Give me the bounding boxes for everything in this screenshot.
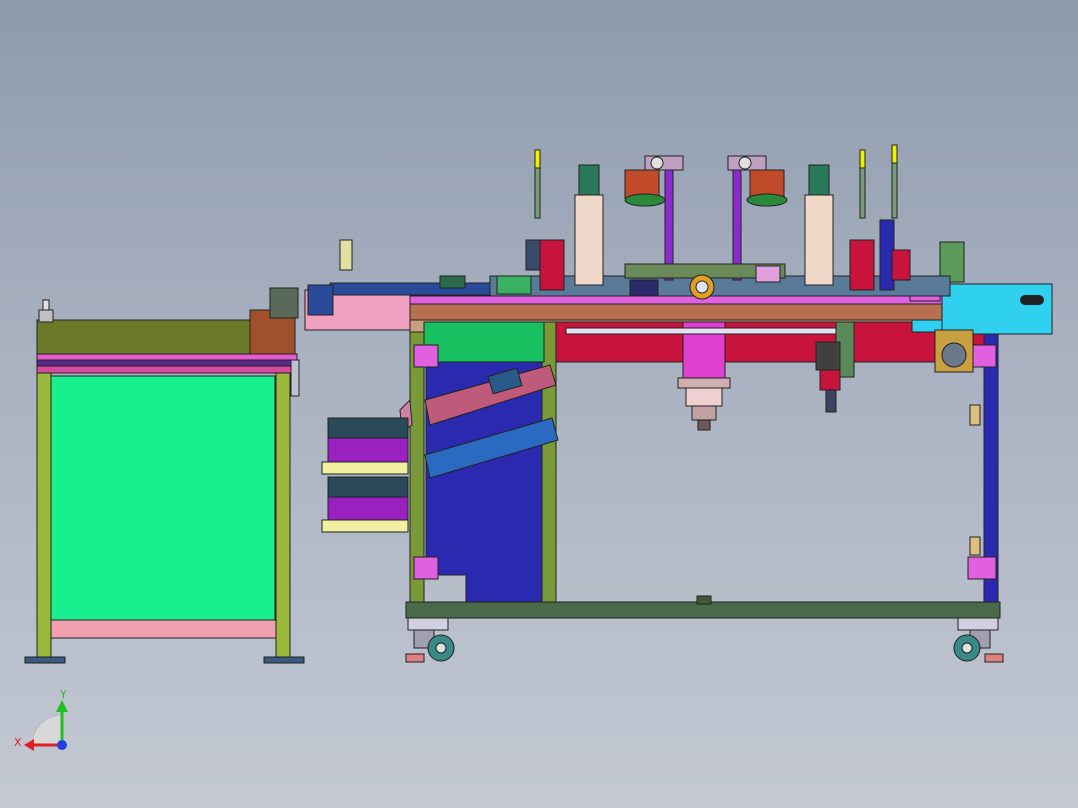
assembly-drawing: Y X [14,144,1053,751]
caster-right [953,617,1004,663]
y-axis-label: Y [59,688,67,701]
clamp-unit [815,341,841,413]
drawer-stack[interactable] [321,417,409,533]
left-column [574,194,604,286]
axis-triad: Y X [14,688,68,751]
top-fixture [489,155,951,300]
left-cart [24,287,305,664]
x-axis-label: X [14,736,22,749]
leveling-knob [38,309,54,323]
cad-viewport[interactable]: Y X [0,0,1078,808]
caster-left [405,617,455,663]
sensor-bracket [339,239,353,271]
green-panel [50,375,276,623]
table-top [409,303,999,321]
right-column [804,194,834,286]
